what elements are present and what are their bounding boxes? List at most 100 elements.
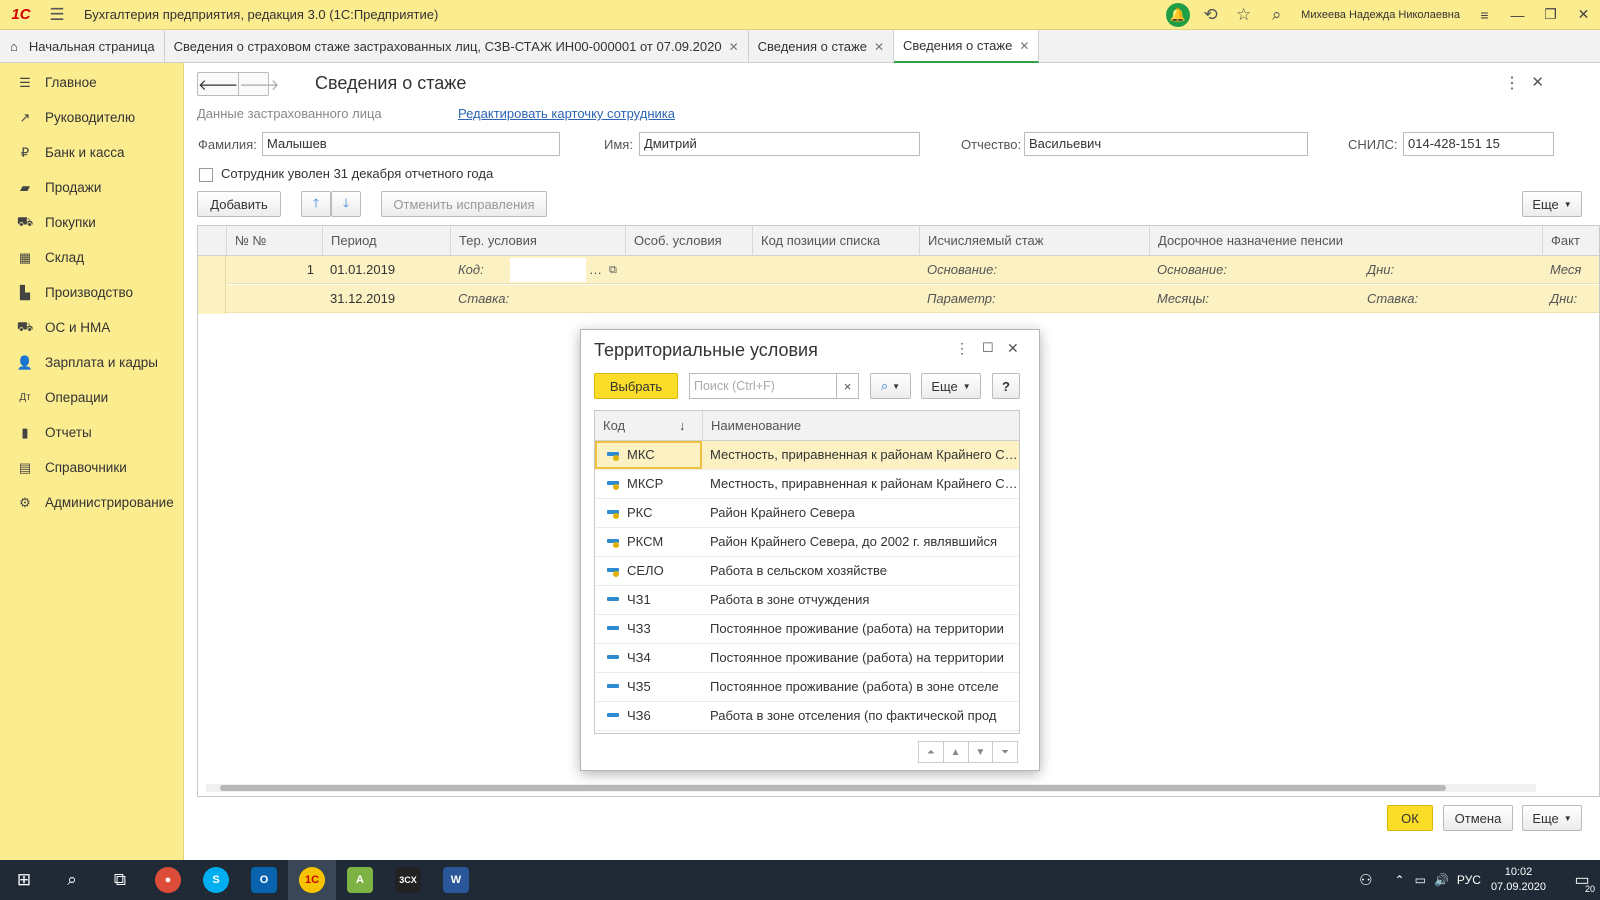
search-options-button[interactable]: ⌕ ▼ <box>870 373 911 399</box>
table-row[interactable]: 1 01.01.2019 Код: … ⧉ Основание: Основан… <box>198 256 1599 284</box>
code-input[interactable] <box>510 258 586 282</box>
tab-stazh-info-1[interactable]: Сведения о стаже ✕ <box>749 30 894 63</box>
sidebar-item-assets[interactable]: ⛟ ОС и НМА <box>0 310 183 345</box>
notifications-icon[interactable]: ▭ 20 <box>1564 860 1600 900</box>
select-button[interactable]: Выбрать <box>594 373 678 399</box>
col-name[interactable]: Наименование <box>702 411 1019 441</box>
restore-icon[interactable]: ❐ <box>1534 6 1567 23</box>
more-button-bottom[interactable]: Еще ▼ <box>1522 805 1582 831</box>
next-page-icon[interactable]: ▼ <box>967 742 993 762</box>
chrome-icon[interactable]: ● <box>144 860 192 900</box>
list-item[interactable]: МКСР Местность, приравненная к районам Кр… <box>595 470 1019 499</box>
search-icon[interactable]: ⌕ <box>1260 0 1293 30</box>
terminal-icon[interactable]: 3CX <box>384 860 432 900</box>
sidebar-item-warehouse[interactable]: ▦ Склад <box>0 240 183 275</box>
sidebar-item-salary[interactable]: 👤 Зарплата и кадры <box>0 345 183 380</box>
col-calc-stazh[interactable]: Исчисляемый стаж <box>919 226 1149 256</box>
close-icon[interactable]: ✕ <box>1531 73 1544 91</box>
col-special-conditions[interactable]: Особ. условия <box>625 226 752 256</box>
sidebar-item-manager[interactable]: ↗ Руководителю <box>0 100 183 135</box>
list-item[interactable]: МКС Местность, приравненная к районам Кра… <box>595 441 1019 470</box>
open-icon[interactable]: ⧉ <box>607 256 625 284</box>
tab-szv-stazh[interactable]: Сведения о страховом стаже застрахованны… <box>165 30 749 63</box>
search-icon[interactable]: ⌕ <box>48 860 96 900</box>
move-up-button[interactable]: 🡑 <box>301 191 331 217</box>
col-fact[interactable]: Факт <box>1542 226 1599 256</box>
close-icon[interactable]: ✕ <box>729 40 739 54</box>
move-down-button[interactable]: 🡓 <box>331 191 361 217</box>
list-item[interactable]: РКСМ Район Крайнего Севера, до 2002 г. яв… <box>595 528 1019 557</box>
surname-field[interactable]: Малышев <box>262 132 560 156</box>
help-button[interactable]: ? <box>992 373 1020 399</box>
sidebar-item-admin[interactable]: ⚙ Администрирование <box>0 485 183 520</box>
list-item[interactable]: ЧЗ1 Работа в зоне отчуждения <box>595 586 1019 615</box>
forward-arrow-icon[interactable]: 🡒 <box>238 73 279 95</box>
scrollbar-thumb[interactable] <box>220 785 1446 791</box>
word-icon[interactable]: W <box>432 860 480 900</box>
name-field[interactable]: Дмитрий <box>639 132 920 156</box>
close-window-icon[interactable]: ✕ <box>1567 6 1600 23</box>
network-icon[interactable]: ▭ <box>1415 873 1426 887</box>
maximize-icon[interactable]: ☐ <box>982 340 994 356</box>
col-ter-conditions[interactable]: Тер. условия <box>450 226 625 256</box>
back-arrow-icon[interactable]: 🡐 <box>198 73 238 95</box>
snils-field[interactable]: 014-428-151 15 <box>1403 132 1554 156</box>
horizontal-scrollbar[interactable] <box>206 784 1536 792</box>
outlook-icon[interactable]: O <box>240 860 288 900</box>
close-icon[interactable]: ✕ <box>1007 340 1019 357</box>
list-item[interactable]: ЧЗ6 Работа в зоне отселения (по фактическ… <box>595 702 1019 731</box>
period-start[interactable]: 01.01.2019 <box>322 256 395 284</box>
skype-icon[interactable]: S <box>192 860 240 900</box>
clear-search-icon[interactable]: × <box>836 374 858 398</box>
android-icon[interactable]: A <box>336 860 384 900</box>
table-row[interactable]: 31.12.2019 Ставка: Параметр: Месяцы: Ста… <box>198 285 1599 313</box>
sidebar-item-directories[interactable]: ▤ Справочники <box>0 450 183 485</box>
tab-stazh-info-2[interactable]: Сведения о стаже ✕ <box>894 30 1040 63</box>
sidebar-item-reports[interactable]: ▮ Отчеты <box>0 415 183 450</box>
hamburger-menu-icon[interactable]: ☰ <box>42 5 72 25</box>
cancel-corrections-button[interactable]: Отменить исправления <box>381 191 547 217</box>
sidebar-item-main[interactable]: ☰ Главное <box>0 65 183 100</box>
minimize-icon[interactable]: — <box>1501 7 1534 23</box>
more-actions-icon[interactable]: ⋮ <box>1504 73 1520 93</box>
settings-menu-icon[interactable]: ≡ <box>1468 7 1501 23</box>
period-end[interactable]: 31.12.2019 <box>322 285 395 313</box>
more-button[interactable]: Еще ▼ <box>1522 191 1582 217</box>
language-indicator[interactable]: РУС <box>1457 873 1481 887</box>
list-item[interactable]: ЧЗ5 Постоянное проживание (работа) в зоне… <box>595 673 1019 702</box>
close-icon[interactable]: ✕ <box>874 40 884 54</box>
last-page-icon[interactable]: ⏷ <box>992 742 1017 762</box>
notifications-button[interactable]: 🔔 <box>1161 0 1194 30</box>
chevron-up-icon[interactable]: ⌃ <box>1395 873 1405 887</box>
dismissed-checkbox[interactable] <box>199 168 213 182</box>
favorites-star-icon[interactable]: ☆ <box>1227 0 1260 30</box>
sidebar-item-operations[interactable]: Дт Операции <box>0 380 183 415</box>
people-icon[interactable]: ⚇ <box>1359 871 1372 889</box>
list-item[interactable]: СЕЛО Работа в сельском хозяйстве <box>595 557 1019 586</box>
more-actions-icon[interactable]: ⋮ <box>955 340 969 357</box>
close-icon[interactable]: ✕ <box>1019 39 1029 53</box>
col-position-code[interactable]: Код позиции списка <box>752 226 919 256</box>
patronymic-field[interactable]: Васильевич <box>1024 132 1308 156</box>
tab-home[interactable]: ⌂ Начальная страница <box>0 30 165 63</box>
sidebar-item-sales[interactable]: ▰ Продажи <box>0 170 183 205</box>
volume-icon[interactable]: 🔊 <box>1434 873 1449 887</box>
task-view-icon[interactable]: ⧉ <box>96 860 144 900</box>
windows-start-icon[interactable]: ⊞ <box>0 860 48 900</box>
col-period[interactable]: Период <box>322 226 450 256</box>
add-button[interactable]: Добавить <box>197 191 281 217</box>
col-num[interactable]: № № <box>226 226 322 256</box>
sidebar-item-purchases[interactable]: ⛟ Покупки <box>0 205 183 240</box>
clock[interactable]: 10:02 07.09.2020 <box>1491 865 1546 895</box>
prev-page-icon[interactable]: ▲ <box>942 742 968 762</box>
ellipsis-select-icon[interactable]: … <box>585 256 607 284</box>
first-page-icon[interactable]: ⏶ <box>919 742 943 762</box>
search-input[interactable]: Поиск (Ctrl+F) × <box>689 373 859 399</box>
cancel-button[interactable]: Отмена <box>1443 805 1513 831</box>
sidebar-item-bank[interactable]: ₽ Банк и касса <box>0 135 183 170</box>
list-item[interactable]: РКС Район Крайнего Севера <box>595 499 1019 528</box>
col-code[interactable]: Код ↓ <box>595 411 702 441</box>
1c-app-icon[interactable]: 1С <box>288 860 336 900</box>
list-item[interactable]: ЧЗ4 Постоянное проживание (работа) на тер… <box>595 644 1019 673</box>
history-icon[interactable]: ⟲ <box>1194 0 1227 30</box>
